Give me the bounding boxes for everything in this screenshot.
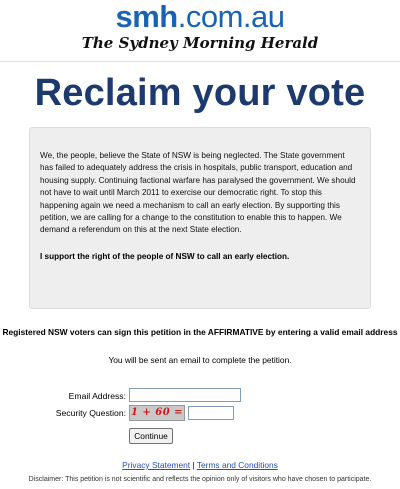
petition-body: We, the people, believe the State of NSW…: [40, 151, 356, 235]
security-answer-input[interactable]: [188, 406, 234, 420]
email-note: You will be sent an email to complete th…: [108, 355, 292, 365]
continue-button[interactable]: Continue: [129, 428, 173, 444]
registered-voters-instruction: Registered NSW voters can sign this peti…: [2, 327, 398, 337]
captcha-image: 1 + 60 =: [129, 405, 185, 421]
security-question-label: Security Question:: [55, 408, 126, 418]
footer-separator: |: [192, 460, 195, 470]
petition-box: We, the people, believe the State of NSW…: [29, 127, 371, 309]
privacy-statement-link[interactable]: Privacy Statement: [122, 460, 190, 470]
email-input[interactable]: [129, 388, 241, 402]
masthead: smh.com.au The Sydney Morning Herald: [0, 0, 400, 62]
smh-logo[interactable]: smh.com.au: [0, 0, 400, 34]
footer-links: Privacy Statement | Terms and Conditions: [0, 460, 400, 471]
support-statement: I support the right of the people of NSW…: [40, 251, 290, 261]
terms-and-conditions-link[interactable]: Terms and Conditions: [197, 460, 278, 470]
newspaper-name: The Sydney Morning Herald: [81, 34, 319, 52]
logo-domain-rest: .com.au: [177, 0, 285, 34]
page-title: Reclaim your vote: [34, 72, 366, 114]
logo-domain-bold: smh: [115, 0, 178, 34]
disclaimer: Disclaimer: This petition is not scienti…: [28, 476, 372, 483]
email-label: Email Address:: [68, 391, 126, 401]
